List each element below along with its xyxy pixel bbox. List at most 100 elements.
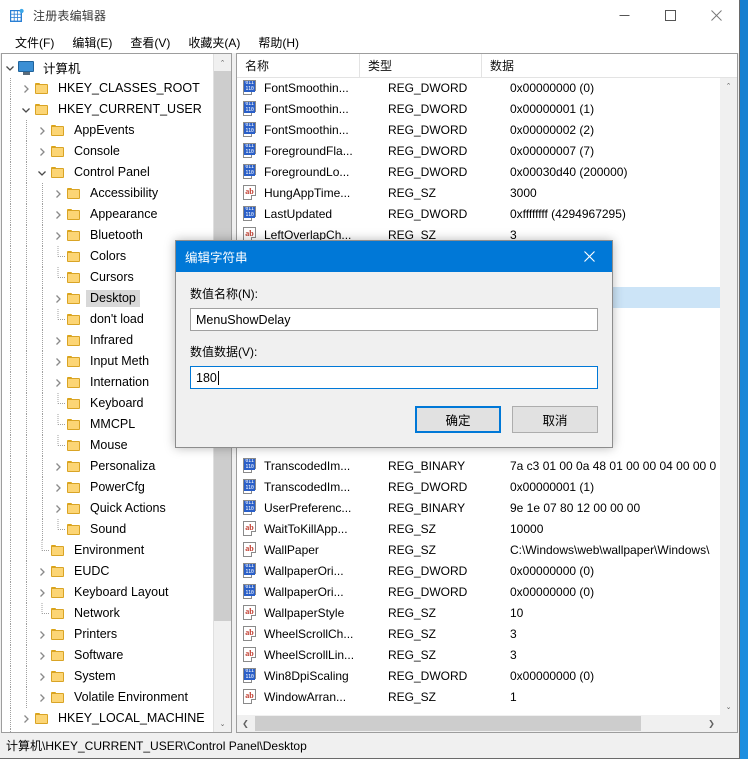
column-header-data[interactable]: 数据 [482, 54, 737, 77]
table-row[interactable]: 011 110 FontSmoothin... REG_DWORD 0x00000000… [237, 77, 720, 98]
chevron-right-icon[interactable] [50, 462, 66, 472]
list-hscrollbar-thumb[interactable] [255, 716, 641, 731]
list-scroll-right-icon[interactable]: ❯ [703, 715, 720, 732]
list-horizontal-scrollbar[interactable]: ❮ ❯ [237, 715, 720, 732]
table-row[interactable]: ab WaitToKillApp... REG_SZ 10000 [237, 518, 720, 539]
tree-item-hkey-users[interactable]: HKEY_USERS [2, 729, 214, 732]
table-row[interactable]: 011 110 WallpaperOri... REG_DWORD 0x00000000… [237, 581, 720, 602]
tree-item-appevents[interactable]: AppEvents [2, 120, 214, 141]
tree-item-label: HKEY_LOCAL_MACHINE [58, 711, 205, 725]
tree-item-personaliza[interactable]: Personaliza [2, 456, 214, 477]
chevron-right-icon[interactable] [50, 357, 66, 367]
chevron-right-icon[interactable] [34, 630, 50, 640]
tree-item-system[interactable]: System [2, 666, 214, 687]
table-row[interactable]: 011 110 TranscodedIm... REG_BINARY 7a c3 01 … [237, 455, 720, 476]
tree-scroll-up-icon[interactable]: ⌃ [214, 54, 231, 71]
tree-item-printers[interactable]: Printers [2, 624, 214, 645]
menu-help[interactable]: 帮助(H) [249, 32, 308, 53]
menu-file[interactable]: 文件(F) [6, 32, 63, 53]
chevron-right-icon[interactable] [34, 567, 50, 577]
menu-edit[interactable]: 编辑(E) [63, 32, 121, 53]
chevron-down-icon[interactable] [18, 105, 34, 115]
folder-icon [50, 628, 66, 642]
value-data-input[interactable]: 180 [190, 366, 598, 389]
chevron-right-icon[interactable] [50, 231, 66, 241]
list-vertical-scrollbar[interactable]: ⌃ ⌄ [720, 77, 737, 715]
tree-item-accessibility[interactable]: Accessibility [2, 183, 214, 204]
chevron-right-icon[interactable] [50, 483, 66, 493]
tree-item-software[interactable]: Software [2, 645, 214, 666]
table-row[interactable]: ab WallPaper REG_SZ C:\Windows\web\wallpape… [237, 539, 720, 560]
cancel-button[interactable]: 取消 [512, 406, 598, 433]
table-row[interactable]: ab HungAppTime... REG_SZ 3000 [237, 182, 720, 203]
table-row[interactable]: ab WheelScrollCh... REG_SZ 3 [237, 623, 720, 644]
table-row[interactable]: ab WindowArran... REG_SZ 1 [237, 686, 720, 707]
chevron-right-icon[interactable] [34, 651, 50, 661]
table-row[interactable]: 011 110 ForegroundFla... REG_DWORD 0x0000000… [237, 140, 720, 161]
maximize-button[interactable] [647, 0, 693, 31]
close-button[interactable] [693, 0, 739, 31]
table-row[interactable]: 011 110 UserPreferenc... REG_BINARY 9e 1e 07… [237, 497, 720, 518]
chevron-right-icon[interactable] [50, 189, 66, 199]
chevron-right-icon[interactable] [50, 336, 66, 346]
tree-item-hkey-current-user[interactable]: HKEY_CURRENT_USER [2, 99, 214, 120]
chevron-right-icon[interactable] [50, 294, 66, 304]
menu-favorites[interactable]: 收藏夹(A) [179, 32, 249, 53]
table-row[interactable]: 011 110 Win8DpiScaling REG_DWORD 0x00000000 … [237, 665, 720, 686]
ok-button[interactable]: 确定 [415, 406, 501, 433]
tree-indent-guide [2, 162, 18, 183]
tree-item-console[interactable]: Console [2, 141, 214, 162]
binary-value-icon: 011 110 [243, 143, 259, 158]
chevron-right-icon[interactable] [18, 714, 34, 724]
column-header-type[interactable]: 类型 [360, 54, 482, 77]
tree-item-keyboard-layout[interactable]: Keyboard Layout [2, 582, 214, 603]
table-row[interactable]: 011 110 ForegroundLo... REG_DWORD 0x00030d40… [237, 161, 720, 182]
table-row[interactable]: 011 110 LastUpdated REG_DWORD 0xffffffff (42… [237, 203, 720, 224]
list-scroll-up-icon[interactable]: ⌃ [720, 77, 737, 94]
tree-item-control-panel[interactable]: Control Panel [2, 162, 214, 183]
tree-item-sound[interactable]: Sound [2, 519, 214, 540]
table-row[interactable]: 011 110 FontSmoothin... REG_DWORD 0x00000002… [237, 119, 720, 140]
tree-item-[interactable]: 计算机 [2, 57, 214, 78]
table-row[interactable]: 011 110 FontSmoothin... REG_DWORD 0x00000001… [237, 98, 720, 119]
chevron-right-icon[interactable] [50, 378, 66, 388]
value-name-input[interactable]: MenuShowDelay [190, 308, 598, 331]
status-bar: 计算机\HKEY_CURRENT_USER\Control Panel\Desk… [0, 733, 739, 758]
tree-item-eudc[interactable]: EUDC [2, 561, 214, 582]
value-name-text: MenuShowDelay [196, 312, 291, 327]
tree-item-appearance[interactable]: Appearance [2, 204, 214, 225]
tree-item-label: Software [74, 648, 124, 662]
chevron-right-icon[interactable] [34, 588, 50, 598]
list-scroll-down-icon[interactable]: ⌄ [720, 698, 737, 715]
dialog-close-button[interactable] [567, 241, 612, 272]
tree-indent-guide [2, 99, 18, 120]
chevron-right-icon[interactable] [34, 672, 50, 682]
tree-scroll-down-icon[interactable]: ⌄ [214, 715, 231, 732]
tree-item-environment[interactable]: Environment [2, 540, 214, 561]
chevron-right-icon[interactable] [34, 147, 50, 157]
table-row[interactable]: ab WallpaperStyle REG_SZ 10 [237, 602, 720, 623]
table-row[interactable]: ab WheelScrollLin... REG_SZ 3 [237, 644, 720, 665]
tree-item-hkey-classes-root[interactable]: HKEY_CLASSES_ROOT [2, 78, 214, 99]
chevron-right-icon[interactable] [50, 210, 66, 220]
tree-item-hkey-local-machine[interactable]: HKEY_LOCAL_MACHINE [2, 708, 214, 729]
minimize-button[interactable] [601, 0, 647, 31]
chevron-right-icon[interactable] [50, 504, 66, 514]
tree-item-powercfg[interactable]: PowerCfg [2, 477, 214, 498]
table-row[interactable]: 011 110 TranscodedIm... REG_DWORD 0x00000001… [237, 476, 720, 497]
chevron-down-icon[interactable] [34, 168, 50, 178]
table-row[interactable]: 011 110 WallpaperOri... REG_DWORD 0x00000000… [237, 560, 720, 581]
column-header-name[interactable]: 名称 [237, 54, 360, 77]
cell-name: ForegroundLo... [264, 164, 350, 179]
tree-item-network[interactable]: Network [2, 603, 214, 624]
list-scroll-left-icon[interactable]: ❮ [237, 715, 254, 732]
tree-item-volatile-environment[interactable]: Volatile Environment [2, 687, 214, 708]
tree-item-quick-actions[interactable]: Quick Actions [2, 498, 214, 519]
chevron-down-icon[interactable] [2, 63, 18, 73]
tree-indent-guide [34, 288, 50, 309]
chevron-right-icon[interactable] [18, 84, 34, 94]
chevron-right-icon[interactable] [34, 693, 50, 703]
cell-type: REG_DWORD [388, 479, 468, 494]
menu-view[interactable]: 查看(V) [121, 32, 179, 53]
chevron-right-icon[interactable] [34, 126, 50, 136]
